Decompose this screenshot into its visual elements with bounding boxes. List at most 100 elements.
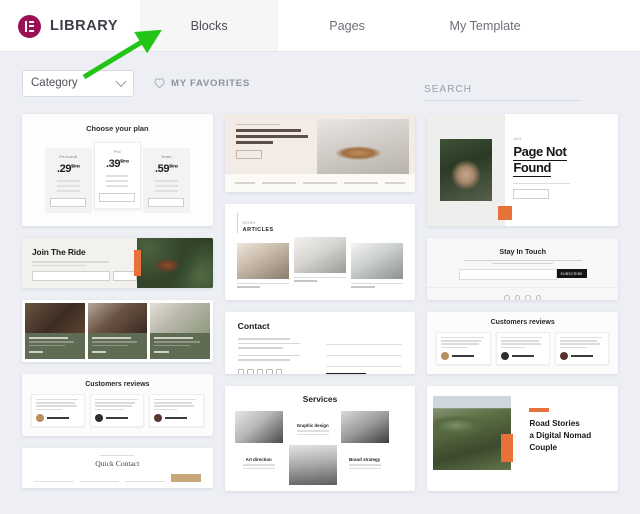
contact-details [238,338,310,374]
accent-kicker [529,408,549,412]
tab-my-template-label: My Template [450,19,521,33]
category-select[interactable]: Category [22,70,134,97]
service-art-direction: Art direction [235,449,283,477]
grid-column-2: MORE ARTICLES [225,114,416,514]
pricing-plan-pro: Pro .39$/mo [94,142,141,209]
brand: LIBRARY [0,0,140,52]
contact-title: Contact [238,321,403,331]
pricing-title: Choose your plan [36,124,199,133]
avatar [501,352,509,360]
template-card-quick-contact[interactable]: Quick Contact [22,448,213,488]
template-card-services[interactable]: Services Graphic design Art direction Br… [225,386,416,491]
green-article-1 [25,303,85,359]
review-item [90,394,144,427]
avatar [95,414,103,422]
social-icon [247,369,254,374]
social-icon [536,295,542,300]
articles-kicker: MORE [243,221,404,225]
green-article-3 [150,303,210,359]
article-item [237,243,289,288]
quick-contact-title: Quick Contact [34,459,201,468]
accent-bar [134,250,141,276]
template-card-road-stories[interactable]: Road Stories a Digital Nomad Couple [427,386,618,491]
tab-blocks-label: Blocks [191,19,228,33]
template-card-join-the-ride[interactable]: Join The Ride [22,238,213,288]
filter-bar: Category MY FAVORITES [0,52,640,114]
thumbnail-image [433,396,511,470]
category-select-value: Category [31,77,78,89]
avatar [560,352,568,360]
template-grid: Choose your plan Personal .29$/mo Pro .3… [0,114,640,514]
not-found-line1: Page Not [513,145,566,161]
consultation-cta [236,150,262,159]
stay-in-touch-title: Stay In Touch [427,247,618,256]
template-card-free-consultation[interactable] [225,114,416,192]
article-item [294,237,346,288]
review-item [436,332,490,365]
search-input[interactable] [424,84,580,101]
not-found-kicker: 404 [513,136,608,141]
tab-my-template[interactable]: My Template [416,0,554,52]
social-icons [238,369,310,374]
template-card-page-not-found[interactable]: 404 Page Not Found [427,114,618,226]
reviews-title: Customers reviews [31,381,204,388]
pricing-cta-pro [99,193,135,202]
grid-column-3: 404 Page Not Found Stay In Touch SUBSCRI… [427,114,618,514]
pricing-plan-team: Team .59$/mo [143,148,190,213]
social-icon [257,369,264,374]
my-favorites-button[interactable]: MY FAVORITES [154,78,250,89]
tab-pages-label: Pages [329,19,365,33]
search-field[interactable] [424,79,580,101]
library-modal: LIBRARY Blocks Pages My Template Categor… [0,0,640,514]
article-item [351,243,403,288]
grid-column-1: Choose your plan Personal .29$/mo Pro .3… [22,114,213,514]
road-stories-line2: a Digital Nomad [529,431,591,440]
avatar [36,414,44,422]
tab-pages[interactable]: Pages [278,0,416,52]
not-found-line2: Found [513,161,551,177]
thumbnail-image [235,411,283,443]
thumbnail-image [317,119,409,174]
green-article-2 [88,303,148,359]
contact-form [326,338,402,374]
not-found-cta [513,189,549,199]
thumbnail-image [137,238,213,288]
template-card-green-articles[interactable] [22,300,213,362]
template-card-stay-in-touch[interactable]: Stay In Touch SUBSCRIBE [427,238,618,300]
social-icon [504,295,510,300]
review-item [149,394,203,427]
thumbnail-image [440,139,492,201]
social-icon [276,369,283,374]
template-card-pricing-plans[interactable]: Choose your plan Personal .29$/mo Pro .3… [22,114,213,226]
tab-blocks[interactable]: Blocks [140,0,278,52]
service-graphic-design: Graphic design [289,415,337,443]
avatar [441,352,449,360]
newsletter-input [459,269,557,280]
social-icon [238,369,245,374]
reviews-title: Customers reviews [436,319,609,326]
modal-header: LIBRARY Blocks Pages My Template [0,0,640,52]
template-card-customers-reviews-a[interactable]: Customers reviews [22,374,213,436]
brand-title: LIBRARY [50,18,118,34]
thumbnail-image [289,445,337,485]
review-item [496,332,550,365]
articles-title: ARTICLES [243,227,404,233]
social-icon [266,369,273,374]
my-favorites-label: MY FAVORITES [171,78,250,89]
social-icons [427,295,618,300]
tab-bar: Blocks Pages My Template [140,0,554,52]
template-card-contact[interactable]: Contact [225,312,416,374]
pricing-cta-personal [50,198,86,207]
avatar [154,414,162,422]
consultation-title [236,129,318,143]
quick-contact-submit [171,474,201,482]
join-the-ride-title: Join The Ride [32,247,137,257]
footer-bar [225,174,416,192]
accent-bar [501,434,513,462]
review-item [31,394,85,427]
template-card-more-articles[interactable]: MORE ARTICLES [225,204,416,300]
heart-icon [154,78,165,88]
subscribe-button: SUBSCRIBE [557,269,587,278]
template-card-customers-reviews-b[interactable]: Customers reviews [427,312,618,374]
road-stories-line3: Couple [529,443,557,452]
